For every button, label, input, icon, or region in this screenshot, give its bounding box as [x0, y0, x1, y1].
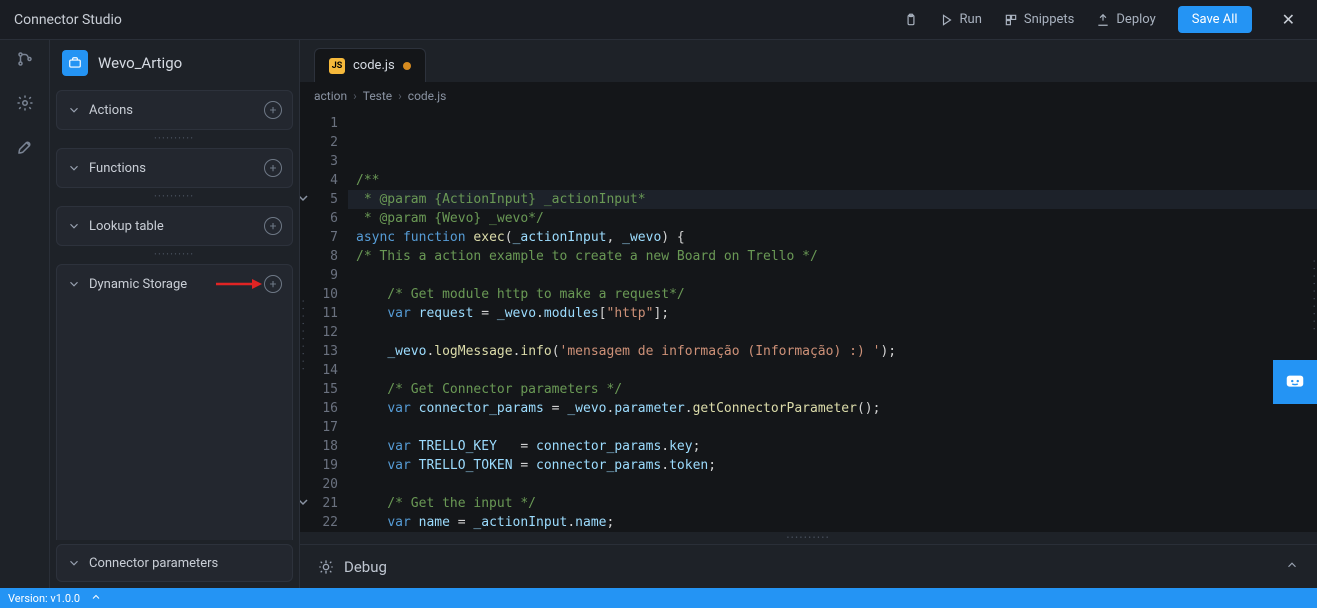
resize-handle-left[interactable]: • • • • • • • • • •: [299, 300, 306, 372]
line-gutter: 123 4 5 678910 1112131415 1617181920 21 …: [300, 110, 348, 532]
tab-code-js[interactable]: JS code.js: [314, 48, 426, 82]
panel-functions-head[interactable]: Functions: [57, 149, 292, 187]
chevron-down-icon: [67, 219, 81, 233]
editor-column: JS code.js action › Teste › code.js 123 …: [300, 40, 1317, 588]
tabs-row: JS code.js: [300, 40, 1317, 82]
deploy-button[interactable]: Deploy: [1096, 12, 1155, 27]
project-name: Wevo_Artigo: [98, 54, 182, 72]
chevron-down-icon: [67, 556, 81, 570]
dirty-indicator-icon: [403, 62, 411, 70]
debug-bar: Debug: [300, 544, 1317, 588]
panel-functions: Functions: [56, 148, 293, 188]
bug-icon: [318, 559, 334, 575]
crumb[interactable]: code.js: [408, 89, 446, 103]
resize-handle[interactable]: ••••••••••: [300, 532, 1317, 544]
breadcrumb: action › Teste › code.js: [300, 82, 1317, 110]
panel-lookup-head[interactable]: Lookup table: [57, 207, 292, 245]
code-editor[interactable]: 123 4 5 678910 1112131415 1617181920 21 …: [300, 110, 1317, 532]
project-icon: [62, 50, 88, 76]
icon-rail: [0, 40, 50, 588]
chevron-down-icon: [67, 161, 81, 175]
add-lookup-button[interactable]: [264, 217, 282, 235]
crumb[interactable]: Teste: [363, 89, 392, 103]
snippets-button[interactable]: Snippets: [1004, 12, 1075, 27]
debug-expand-button[interactable]: [1285, 557, 1299, 576]
debug-label: Debug: [344, 558, 387, 576]
panel-connector-head[interactable]: Connector parameters: [56, 544, 293, 582]
add-function-button[interactable]: [264, 159, 282, 177]
panel-dynamic-storage: Dynamic Storage: [56, 264, 293, 540]
close-button[interactable]: ✕: [1274, 6, 1303, 33]
chevron-down-icon: [67, 103, 81, 117]
version-label: Version: v1.0.0: [8, 592, 80, 605]
panel-connector-params: Connector parameters: [56, 544, 293, 582]
chevron-down-icon: [67, 277, 81, 291]
add-storage-button[interactable]: [264, 275, 282, 293]
run-button[interactable]: Run: [940, 12, 982, 27]
add-action-button[interactable]: [264, 101, 282, 119]
app-title: Connector Studio: [14, 12, 122, 28]
clipboard-button[interactable]: [904, 13, 918, 27]
panel-actions-head[interactable]: Actions: [57, 91, 292, 129]
js-file-icon: JS: [329, 58, 345, 74]
panel-dynamic-head[interactable]: Dynamic Storage: [57, 265, 292, 303]
project-header: Wevo_Artigo: [50, 40, 299, 86]
save-all-button[interactable]: Save All: [1178, 6, 1252, 33]
crumb[interactable]: action: [314, 89, 347, 103]
status-bar: Version: v1.0.0: [0, 588, 1317, 608]
tab-label: code.js: [353, 58, 395, 73]
branch-icon[interactable]: [16, 50, 34, 72]
fold-icon[interactable]: [300, 193, 308, 203]
panel-lookup-table: Lookup table: [56, 206, 293, 246]
panel-actions: Actions: [56, 90, 293, 130]
gear-icon[interactable]: [16, 94, 34, 116]
top-bar: Connector Studio Run Snippets Deploy Sav…: [0, 0, 1317, 40]
left-panel: Wevo_Artigo Actions •••••••••• Functions…: [50, 40, 300, 588]
code-content[interactable]: /** * @param {ActionInput} _actionInput*…: [348, 110, 1317, 532]
rocket-icon[interactable]: [16, 138, 34, 160]
fold-icon[interactable]: [300, 497, 308, 507]
footer-expand-button[interactable]: [90, 591, 102, 606]
